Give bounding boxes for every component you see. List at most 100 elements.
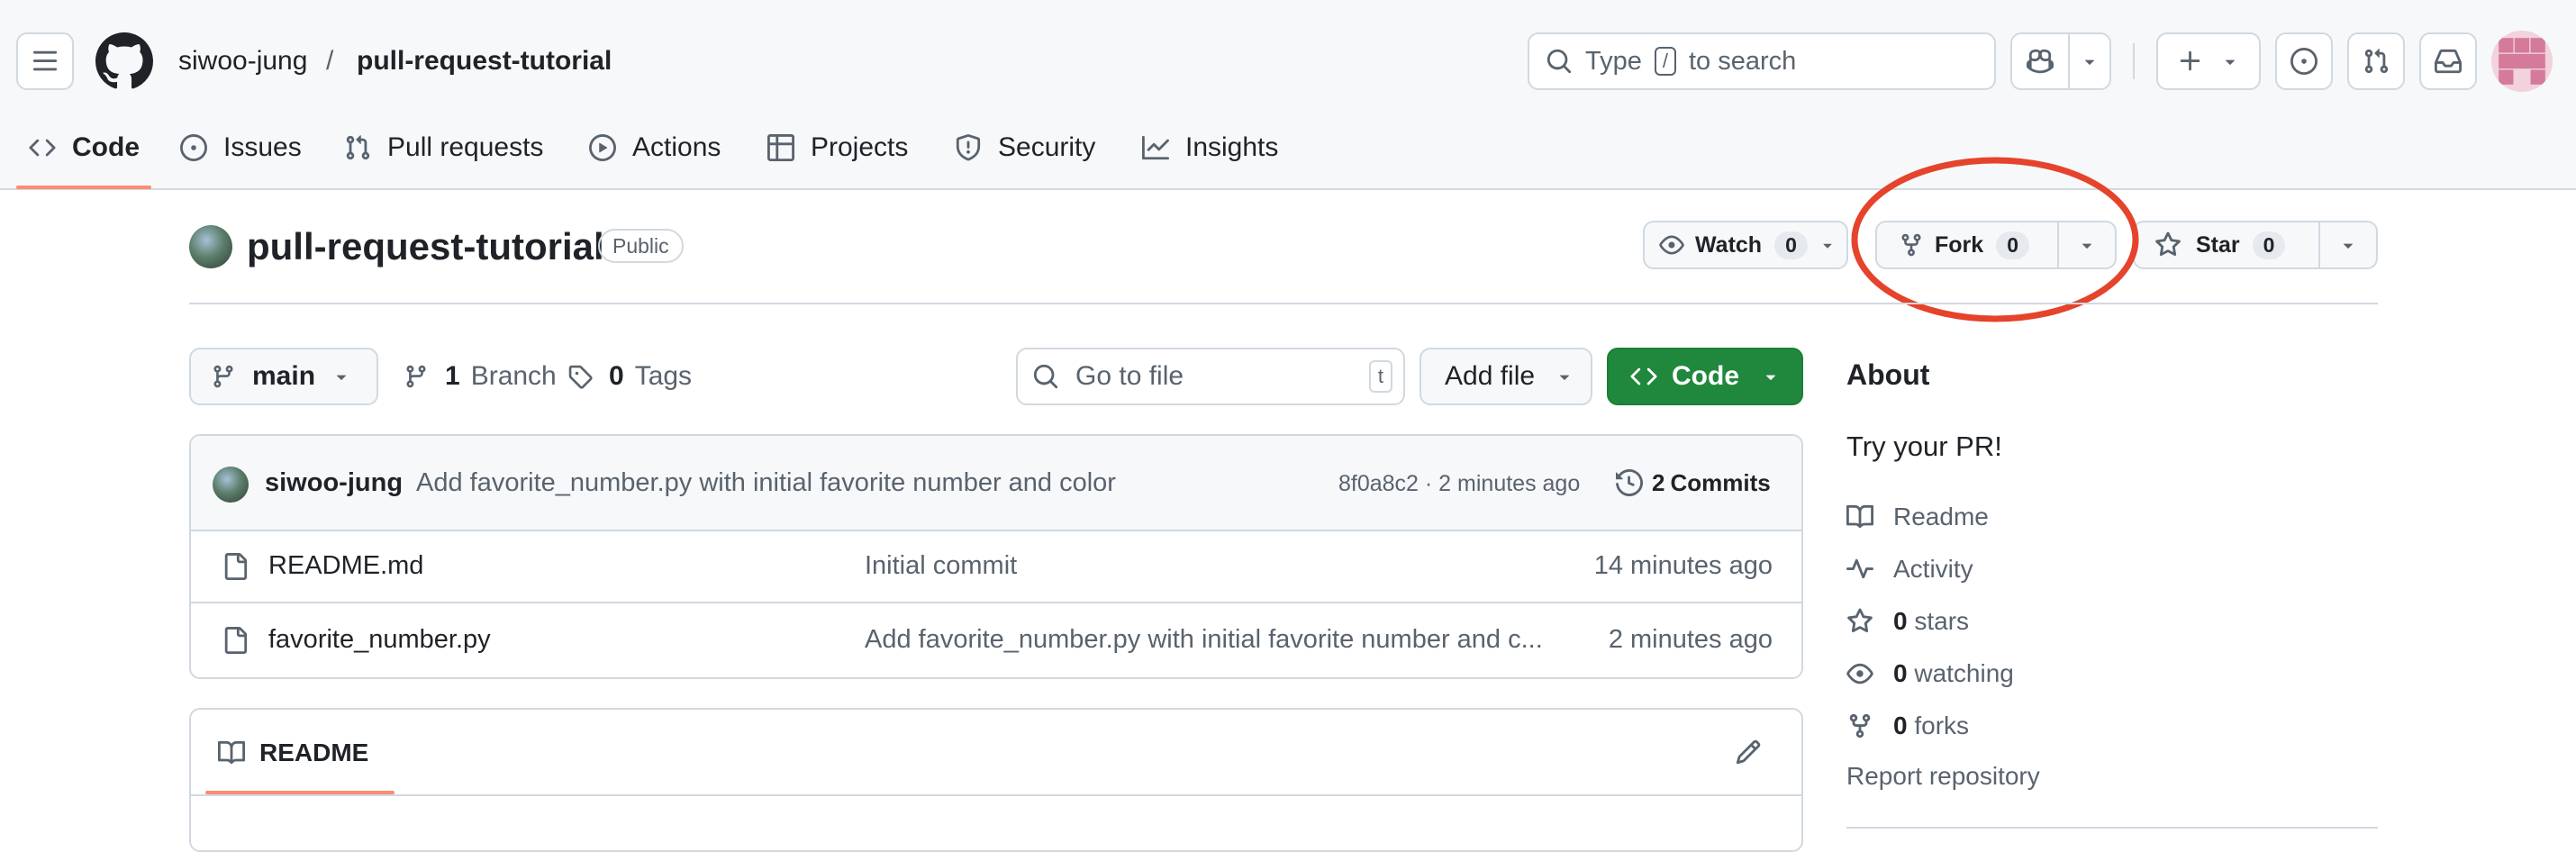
add-file-button[interactable]: Add file xyxy=(1420,348,1592,405)
tab-insights-label: Insights xyxy=(1185,132,1279,162)
forks-count: 0 xyxy=(1893,712,1908,739)
global-header: siwoo-jung / pull-request-tutorial Type … xyxy=(0,0,2576,190)
readme-header-divider xyxy=(191,794,1801,796)
inbox-button[interactable] xyxy=(2419,32,2477,90)
create-new-button[interactable] xyxy=(2156,32,2261,90)
branches-link[interactable]: 1 Branch xyxy=(404,358,557,394)
git-branch-icon xyxy=(406,365,426,388)
issue-opened-icon xyxy=(180,134,207,161)
star-button[interactable]: Star 0 xyxy=(2133,221,2378,269)
tab-issues[interactable]: Issues xyxy=(180,126,302,169)
breadcrumb-repo[interactable]: pull-request-tutorial xyxy=(357,41,612,81)
go-to-file-input[interactable]: Go to file t xyxy=(1016,348,1405,405)
readme-panel: README xyxy=(189,708,1803,852)
file-name[interactable]: favorite_number.py xyxy=(268,625,491,655)
copilot-button[interactable] xyxy=(2010,32,2111,90)
chevron-down-icon xyxy=(2225,59,2236,65)
issues-button[interactable] xyxy=(2275,32,2333,90)
graph-icon xyxy=(1142,135,1169,160)
file-commit-message[interactable]: Add favorite_number.py with initial favo… xyxy=(865,625,1567,655)
chevron-down-icon xyxy=(337,375,347,380)
file-commit-message[interactable]: Initial commit xyxy=(865,551,1567,581)
identicon-icon xyxy=(2499,38,2545,85)
tab-projects[interactable]: Projects xyxy=(767,126,908,169)
tab-security[interactable]: Security xyxy=(955,126,1095,169)
tab-readme[interactable]: README xyxy=(218,735,368,771)
branch-selector[interactable]: main xyxy=(189,348,378,405)
table-row[interactable]: README.md Initial commit 14 minutes ago xyxy=(191,531,1801,603)
active-tab-underline xyxy=(16,186,151,189)
readme-tab-underline xyxy=(205,791,395,794)
about-heading: About xyxy=(1846,358,1930,391)
pull-requests-button[interactable] xyxy=(2347,32,2405,90)
star-icon xyxy=(1847,608,1873,633)
tag-label: Tags xyxy=(634,361,693,391)
about-activity-link[interactable]: Activity xyxy=(1846,551,1973,587)
commit-sha-time[interactable]: 8f0a8c2 · 2 minutes ago xyxy=(1338,471,1580,497)
report-repository-link[interactable]: Report repository xyxy=(1846,762,2040,791)
header-divider xyxy=(2133,43,2135,79)
chevron-down-icon xyxy=(1560,375,1570,380)
commits-count: 2 xyxy=(1652,468,1665,496)
table-icon xyxy=(767,134,794,161)
pencil-icon[interactable] xyxy=(1735,739,1762,766)
about-readme-link[interactable]: Readme xyxy=(1846,499,1989,535)
forks-label: forks xyxy=(1914,712,1970,739)
annotation-circle xyxy=(1851,157,2139,322)
watch-count: 0 xyxy=(1774,231,1808,259)
issue-opened-icon xyxy=(2290,48,2317,75)
repo-owner-avatar[interactable] xyxy=(189,225,232,268)
table-row[interactable]: favorite_number.py Add favorite_number.p… xyxy=(191,605,1801,677)
visibility-badge: Public xyxy=(598,229,684,263)
tab-pull-requests-label: Pull requests xyxy=(387,132,544,162)
breadcrumb-owner[interactable]: siwoo-jung xyxy=(178,41,307,81)
go-to-file-placeholder: Go to file xyxy=(1075,361,1184,391)
file-age: 2 minutes ago xyxy=(1608,625,1773,654)
tab-actions[interactable]: Actions xyxy=(589,126,721,169)
commit-author[interactable]: siwoo-jung xyxy=(265,468,403,498)
tab-pull-requests[interactable]: Pull requests xyxy=(344,126,543,169)
go-to-file-shortcut-key: t xyxy=(1368,360,1392,393)
chevron-down-icon xyxy=(2084,59,2095,65)
about-activity-label: Activity xyxy=(1893,555,1973,583)
commits-link[interactable]: 2 Commits xyxy=(1616,465,1771,501)
inbox-icon xyxy=(2435,49,2462,74)
watch-label: Watch xyxy=(1695,231,1763,258)
search-input[interactable]: Type / to search xyxy=(1528,32,1996,90)
branch-label: Branch xyxy=(470,361,557,391)
github-logo-icon[interactable] xyxy=(95,32,153,90)
readme-title: README xyxy=(259,739,369,766)
book-icon xyxy=(218,740,245,765)
tab-code[interactable]: Code xyxy=(29,126,140,169)
file-icon xyxy=(224,553,248,580)
commit-message[interactable]: Add favorite_number.py with initial favo… xyxy=(416,468,1116,498)
tag-count: 0 xyxy=(609,361,624,391)
tab-actions-label: Actions xyxy=(632,132,721,162)
stars-label: stars xyxy=(1914,607,1970,635)
chevron-down-icon xyxy=(1823,243,1832,249)
about-stars-link[interactable]: 0 stars xyxy=(1846,603,1969,639)
stars-count: 0 xyxy=(1893,607,1908,635)
code-button[interactable]: Code xyxy=(1607,348,1803,405)
book-icon xyxy=(1846,504,1873,529)
tab-security-label: Security xyxy=(998,132,1096,162)
latest-commit-bar: siwoo-jung Add favorite_number.py with i… xyxy=(191,436,1801,531)
file-icon xyxy=(224,627,248,654)
search-prefix: Type xyxy=(1585,46,1642,76)
shield-icon xyxy=(956,134,981,161)
about-forks-link[interactable]: 0 forks xyxy=(1846,708,1969,744)
tab-projects-label: Projects xyxy=(811,132,909,162)
tags-link[interactable]: 0 Tags xyxy=(567,358,692,394)
commit-author-avatar[interactable] xyxy=(213,467,249,503)
about-divider xyxy=(1846,827,2378,829)
hamburger-icon xyxy=(32,50,58,71)
watch-button[interactable]: Watch 0 xyxy=(1643,221,1848,269)
about-watching-link[interactable]: 0 watching xyxy=(1846,656,2014,692)
user-avatar[interactable] xyxy=(2491,31,2553,92)
menu-button[interactable] xyxy=(16,32,74,90)
file-age: 14 minutes ago xyxy=(1593,551,1773,580)
repo-title[interactable]: pull-request-tutorial xyxy=(247,223,604,270)
tab-insights[interactable]: Insights xyxy=(1142,126,1278,169)
file-name[interactable]: README.md xyxy=(268,551,423,581)
star-label: Star xyxy=(2196,231,2240,258)
